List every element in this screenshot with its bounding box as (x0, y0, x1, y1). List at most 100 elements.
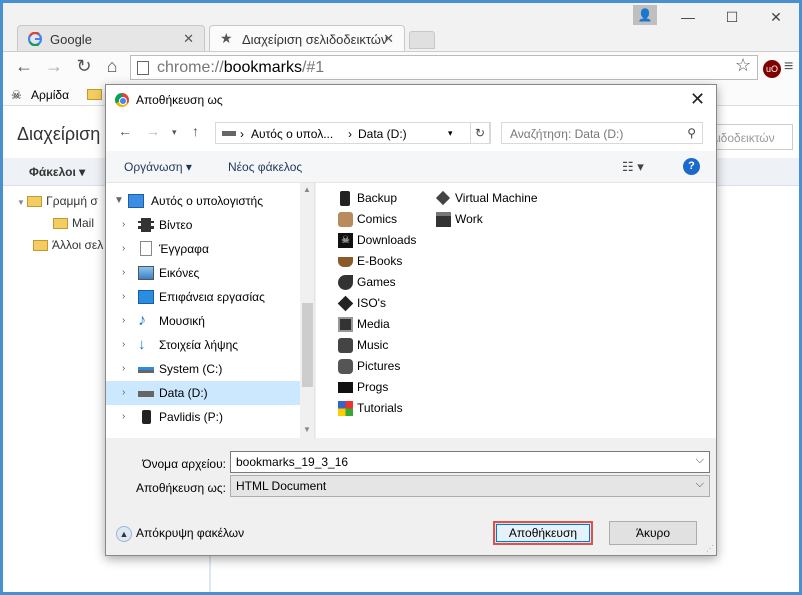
nav-item-downloads[interactable]: › ↓ Στοιχεία λήψης (106, 333, 300, 357)
close-dialog-icon[interactable]: ✕ (690, 89, 705, 110)
chevron-right-icon[interactable]: › (122, 309, 125, 333)
item-label: ISO's (357, 296, 386, 310)
tab-title: Διαχείριση σελιδοδεικτών (242, 32, 388, 47)
breadcrumb-item[interactable]: Data (D:) (358, 127, 407, 141)
new-folder-button[interactable]: Νέος φάκελος (228, 160, 302, 174)
chevron-down-icon[interactable]: ▾ (448, 128, 453, 139)
nav-label: Επιφάνεια εργασίας (159, 290, 265, 304)
nav-item-data-d[interactable]: › Data (D:) (106, 381, 300, 405)
star-icon: ★ (220, 30, 233, 46)
scroll-thumb[interactable] (302, 303, 313, 387)
folder-icon[interactable] (87, 89, 102, 100)
chevron-right-icon[interactable]: › (122, 333, 125, 357)
nav-item-music[interactable]: › ♪ Μουσική (106, 309, 300, 333)
back-icon[interactable]: ← (13, 56, 35, 77)
item-label: Comics (357, 212, 398, 226)
close-tab-icon[interactable]: ✕ (383, 31, 394, 47)
scroll-up-icon[interactable]: ▲ (303, 185, 311, 194)
chevron-down-icon[interactable]: ▼ (114, 189, 124, 213)
chevron-down-icon[interactable]: ⌵ (696, 478, 704, 491)
drive-icon (222, 131, 236, 136)
breadcrumb-separator: › (348, 127, 352, 141)
folders-menu[interactable]: Φάκελοι ▾ (29, 165, 85, 179)
chevron-right-icon[interactable]: › (122, 261, 125, 285)
help-icon[interactable]: ? (683, 158, 700, 175)
chevron-right-icon[interactable]: › (122, 237, 125, 261)
maximize-button[interactable]: ☐ (717, 9, 747, 26)
view-options-icon[interactable]: ☷ ▾ (622, 159, 644, 175)
breadcrumb[interactable]: › Αυτός ο υπολ... › Data (D:) ▾ (215, 122, 491, 144)
menu-icon[interactable]: ≡ (784, 58, 793, 76)
save-type-select[interactable]: HTML Document ⌵ (230, 475, 710, 497)
navigation-pane: ▼ Αυτός ο υπολογιστής › Βίντεο › Έγγραφα… (106, 183, 315, 438)
address-bar[interactable]: chrome://bookmarks/#1 (130, 55, 758, 80)
nav-item-documents[interactable]: › Έγγραφα (106, 237, 300, 261)
new-tab-button[interactable] (409, 31, 435, 49)
browser-window: Google ✕ ★ Διαχείριση σελιδοδεικτών ✕ 👤 … (0, 0, 802, 595)
bookmark-star-icon[interactable]: ☆ (735, 55, 751, 76)
forward-icon[interactable]: → (146, 123, 160, 139)
close-tab-icon[interactable]: ✕ (183, 31, 194, 47)
nav-item-videos[interactable]: › Βίντεο (106, 213, 300, 237)
music-note-icon: ♪ (138, 312, 146, 329)
chevron-right-icon[interactable]: › (122, 285, 125, 309)
nav-item-desktop[interactable]: › Επιφάνεια εργασίας (106, 285, 300, 309)
cancel-button[interactable]: Άκυρο (609, 521, 697, 545)
nav-label: Data (D:) (159, 386, 208, 400)
tree-item-label: Γραμμή σ (46, 194, 98, 208)
up-icon[interactable]: ↑ (192, 123, 199, 139)
item-label: Pictures (357, 359, 401, 373)
chevron-right-icon[interactable]: › (122, 357, 125, 381)
tab-google[interactable]: Google ✕ (17, 25, 205, 51)
file-list: Backup Comics ☠ Downloads E-Books Games I… (316, 183, 716, 438)
tree-item-label: Άλλοι σελ (52, 238, 104, 252)
tree-item[interactable]: ▼ Γραμμή σ (17, 190, 103, 212)
back-icon[interactable]: ← (118, 123, 132, 139)
organize-button[interactable]: Οργάνωση ▾ (124, 160, 192, 174)
url-host: bookmarks (223, 59, 302, 76)
search-input[interactable]: Αναζήτηση: Data (D:) ⚲ (501, 122, 703, 144)
work-icon (436, 212, 451, 227)
nav-item-system-c[interactable]: › System (C:) (106, 357, 300, 381)
nav-item-pavlidis-p[interactable]: › Pavlidis (P:) (106, 405, 300, 429)
download-arrow-icon: ↓ (138, 336, 146, 353)
iso-icon (337, 295, 354, 312)
forward-icon[interactable]: → (43, 56, 65, 77)
user-icon[interactable]: 👤 (633, 5, 657, 25)
recent-locations-icon[interactable]: ▾ (172, 127, 177, 138)
minimize-button[interactable]: — (673, 9, 703, 25)
terminal-icon (338, 382, 353, 393)
phone-icon (142, 410, 151, 424)
chevron-right-icon[interactable]: › (122, 381, 125, 405)
nav-scrollbar[interactable]: ▲ ▼ (300, 183, 314, 438)
resize-grip-icon[interactable]: ⋰ (706, 544, 714, 553)
tree-item[interactable]: Άλλοι σελ (17, 234, 103, 256)
system-drive-icon (138, 367, 154, 373)
desktop-icon (138, 290, 154, 304)
tab-title: Google (50, 32, 92, 47)
tree-item-label: Mail (72, 216, 95, 230)
computer-icon (128, 194, 144, 208)
tree-item[interactable]: Mail (17, 212, 103, 234)
coffee-cup-icon (338, 257, 353, 267)
filename-field[interactable]: bookmarks_19_3_16 ⌵ (230, 451, 710, 473)
scroll-down-icon[interactable]: ▼ (303, 425, 311, 434)
ublock-extension-icon[interactable]: uO (763, 60, 781, 78)
reload-icon[interactable]: ↻ (73, 56, 95, 77)
hide-folders-button[interactable]: ▲ Απόκρυψη φακέλων (116, 526, 244, 542)
virtual-machine-icon (435, 190, 451, 206)
save-type-label: Αποθήκευση ως: (136, 481, 226, 495)
nav-item-this-pc[interactable]: ▼ Αυτός ο υπολογιστής (106, 189, 300, 213)
chevron-down-icon[interactable]: ⌵ (696, 454, 704, 467)
chevron-right-icon[interactable]: › (122, 213, 125, 237)
nav-item-pictures[interactable]: › Εικόνες (106, 261, 300, 285)
close-window-button[interactable]: ✕ (761, 9, 791, 26)
home-icon[interactable]: ⌂ (101, 56, 123, 77)
chevron-right-icon[interactable]: › (122, 405, 125, 429)
save-button[interactable]: Αποθήκευση (493, 521, 593, 545)
bookmark-armida[interactable]: Αρμίδα (31, 88, 69, 102)
breadcrumb-item[interactable]: Αυτός ο υπολ... (251, 127, 333, 141)
breadcrumb-separator: › (240, 127, 244, 141)
tab-bookmark-manager[interactable]: ★ Διαχείριση σελιδοδεικτών ✕ (209, 25, 405, 51)
refresh-icon[interactable]: ↻ (470, 122, 490, 144)
